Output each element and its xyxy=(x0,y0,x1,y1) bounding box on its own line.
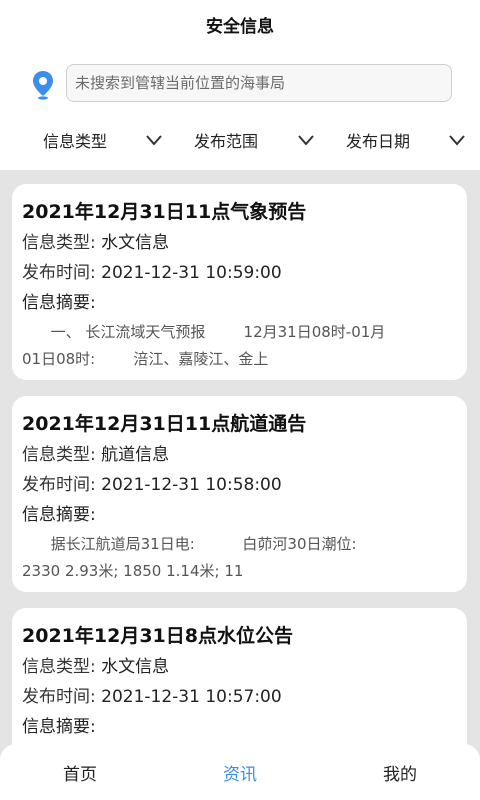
filter-publish-scope[interactable]: 发布范围 xyxy=(194,122,258,158)
location-pin-icon[interactable] xyxy=(32,70,54,100)
publish-time-label: 发布时间: xyxy=(22,687,96,707)
publish-time-row: 发布时间: 2021-12-31 10:57:00 xyxy=(22,682,457,712)
publish-time-value: 2021-12-31 10:58:00 xyxy=(101,475,282,495)
publish-time-value: 2021-12-31 10:59:00 xyxy=(101,263,282,283)
filter-info-type[interactable]: 信息类型 xyxy=(43,122,107,158)
summary-label: 信息摘要: xyxy=(22,293,96,313)
info-type-row: 信息类型: 水文信息 xyxy=(22,228,457,258)
card-title: 2021年12月31日11点气象预告 xyxy=(22,201,307,223)
summary-text: 一、 长江流域天气预报 12月31日08时-01月 01日08时: 涪江、嘉陵江、… xyxy=(22,319,457,373)
info-type-value: 水文信息 xyxy=(101,657,170,677)
info-list[interactable]: 2021年12月31日11点气象预告 信息类型: 水文信息 发布时间: 2021… xyxy=(0,170,480,800)
filter-publish-date[interactable]: 发布日期 xyxy=(346,122,410,158)
tab-mine[interactable]: 我的 xyxy=(320,744,480,800)
tab-news[interactable]: 资讯 xyxy=(160,744,320,800)
info-type-value: 水文信息 xyxy=(101,233,170,253)
summary-line: 2330 2.93米; 1850 1.14米; 11 xyxy=(22,562,244,580)
info-type-row: 信息类型: 航道信息 xyxy=(22,440,457,470)
page-title: 安全信息 xyxy=(206,16,274,37)
summary-line: 一、 长江流域天气预报 12月31日08时-01月 xyxy=(22,323,386,341)
search-row xyxy=(0,62,480,106)
card-title: 2021年12月31日11点航道通告 xyxy=(22,413,307,435)
chevron-down-icon[interactable] xyxy=(298,134,314,146)
info-type-label: 信息类型: xyxy=(22,445,96,465)
publish-time-label: 发布时间: xyxy=(22,475,96,495)
chevron-down-icon[interactable] xyxy=(146,134,162,146)
info-type-value: 航道信息 xyxy=(101,445,170,465)
publish-time-value: 2021-12-31 10:57:00 xyxy=(101,687,282,707)
publish-time-row: 发布时间: 2021-12-31 10:58:00 xyxy=(22,470,457,500)
filter-bar: 信息类型 发布范围 发布日期 xyxy=(0,122,480,158)
bottom-tab-bar: 首页 资讯 我的 xyxy=(0,744,480,800)
filter-label: 信息类型 xyxy=(43,132,108,151)
search-input[interactable] xyxy=(66,64,452,102)
filter-label: 发布范围 xyxy=(194,132,259,151)
chevron-down-icon[interactable] xyxy=(449,134,465,146)
info-type-label: 信息类型: xyxy=(22,233,96,253)
summary-text: 据长江航道局31日电: 白茆河30日潮位: 2330 2.93米; 1850 1.… xyxy=(22,531,457,585)
summary-line: 01日08时: 涪江、嘉陵江、金上 xyxy=(22,350,269,368)
publish-time-row: 发布时间: 2021-12-31 10:59:00 xyxy=(22,258,457,288)
filter-label: 发布日期 xyxy=(346,132,411,151)
summary-label: 信息摘要: xyxy=(22,505,96,525)
summary-label: 信息摘要: xyxy=(22,717,96,737)
publish-time-label: 发布时间: xyxy=(22,263,96,283)
info-card[interactable]: 2021年12月31日11点气象预告 信息类型: 水文信息 发布时间: 2021… xyxy=(12,184,467,380)
info-type-row: 信息类型: 水文信息 xyxy=(22,652,457,682)
info-type-label: 信息类型: xyxy=(22,657,96,677)
tab-home[interactable]: 首页 xyxy=(0,744,160,800)
summary-line: 据长江航道局31日电: 白茆河30日潮位: xyxy=(22,535,357,553)
info-card[interactable]: 2021年12月31日11点航道通告 信息类型: 航道信息 发布时间: 2021… xyxy=(12,396,467,592)
card-title: 2021年12月31日8点水位公告 xyxy=(22,625,293,647)
